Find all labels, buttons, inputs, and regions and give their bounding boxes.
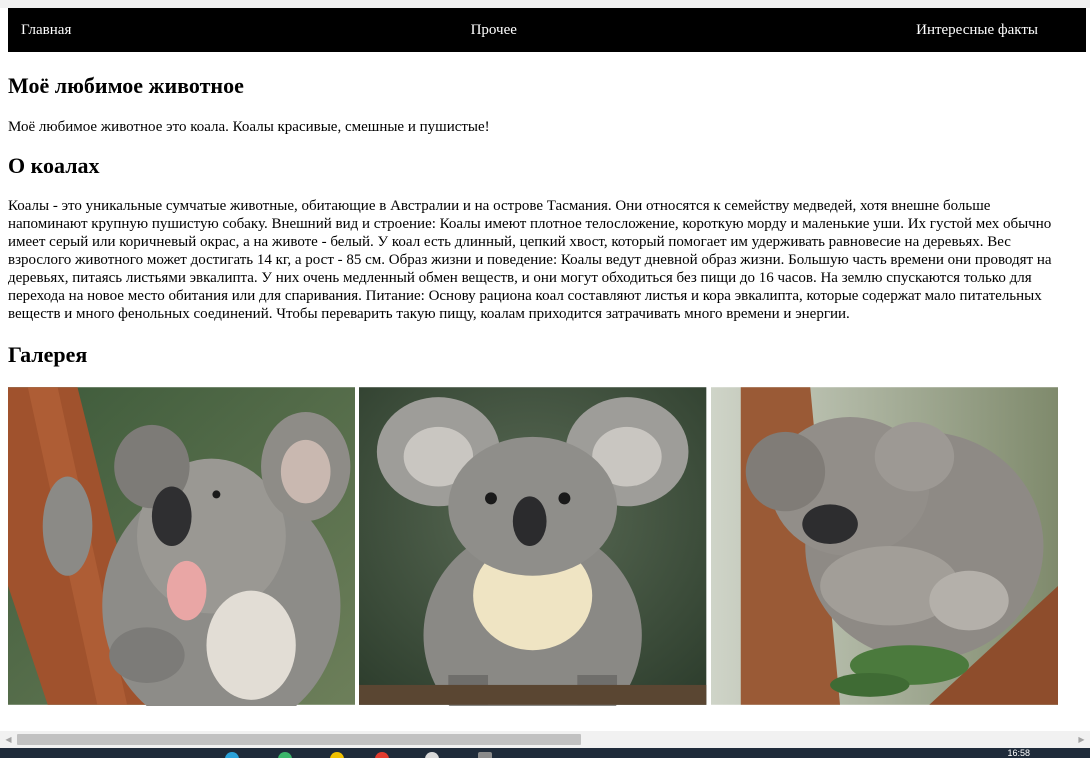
os-taskbar: 16:58	[0, 748, 1090, 758]
about-paragraph: Коалы - это уникальные сумчатые животные…	[8, 198, 1052, 322]
about-heading: О коалах	[8, 153, 100, 178]
intro-paragraph: Моё любимое животное это коала. Коалы кр…	[8, 119, 490, 135]
nav-link-home[interactable]: Главная	[21, 22, 71, 39]
scroll-left-arrow-icon[interactable]: ◀	[0, 731, 17, 748]
horizontal-scrollbar[interactable]: ◀ ▶	[0, 731, 1090, 748]
taskbar-app-icon[interactable]	[278, 752, 292, 758]
koala-front-photo	[359, 387, 707, 706]
koala-yawning-photo	[8, 387, 356, 706]
scrollbar-thumb[interactable]	[17, 734, 581, 745]
koala-sleeping-photo	[710, 387, 1058, 705]
page-title: Моё любимое животное	[8, 73, 244, 98]
scroll-right-arrow-icon[interactable]: ▶	[1073, 731, 1090, 748]
gallery	[8, 386, 1058, 706]
taskbar-app-icon[interactable]	[225, 752, 239, 758]
taskbar-app-icon[interactable]	[375, 752, 389, 758]
taskbar-clock[interactable]: 16:58	[1007, 748, 1030, 758]
nav-link-facts[interactable]: Интересные факты	[916, 22, 1038, 39]
page-top-margin	[0, 0, 1090, 8]
top-navbar: Главная Прочее Интересные факты	[8, 8, 1086, 52]
nav-link-other[interactable]: Прочее	[471, 22, 517, 39]
taskbar-app-icon[interactable]	[425, 752, 439, 758]
page-content: Моё любимое животное Моё любимое животно…	[8, 52, 1058, 706]
taskbar-app-icon[interactable]	[478, 752, 492, 758]
browser-viewport: Главная Прочее Интересные факты Моё люби…	[0, 0, 1090, 731]
gallery-heading: Галерея	[8, 342, 88, 367]
taskbar-app-icon[interactable]	[330, 752, 344, 758]
